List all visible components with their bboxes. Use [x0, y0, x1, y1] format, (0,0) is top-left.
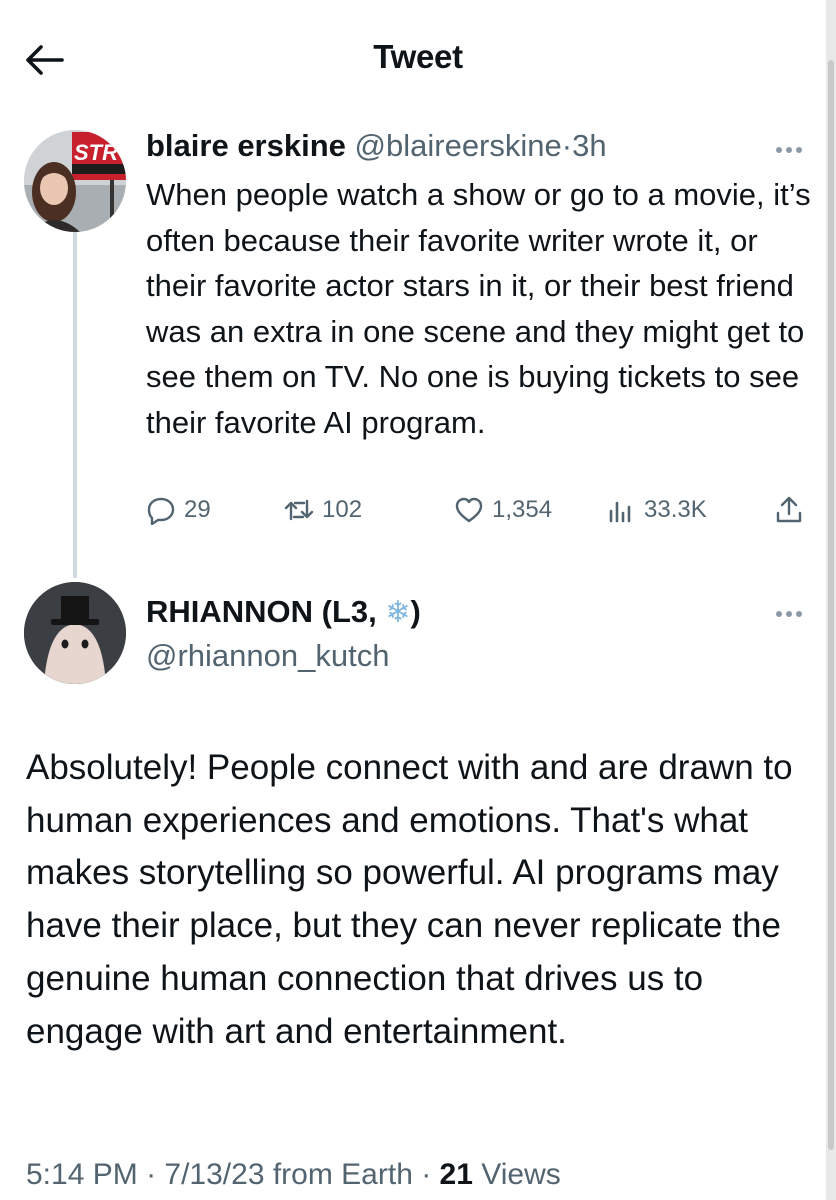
avatar[interactable]: STR	[24, 130, 126, 232]
retweet-count: 102	[322, 496, 363, 523]
reply-views-label: Views	[472, 1158, 561, 1191]
more-icon	[776, 611, 782, 617]
more-icon	[776, 147, 782, 153]
share-button[interactable]	[774, 490, 812, 530]
tweet-text: When people watch a show or go to a movi…	[146, 177, 811, 440]
snowflake-emoji: ❄	[385, 596, 411, 629]
reply-author-name-suffix: )	[410, 594, 421, 629]
retweet-icon	[284, 499, 314, 521]
footer-separator: ·	[137, 1158, 165, 1191]
reply-text: Absolutely! People connect with and are …	[26, 748, 793, 1051]
post-date[interactable]: 7/13/23	[164, 1158, 264, 1191]
tweet-actions: 29 102 1,354 33.3K	[146, 490, 816, 530]
meta-separator: ·	[561, 128, 573, 163]
avatar-image	[24, 582, 126, 684]
tweet-time[interactable]: 3h	[572, 128, 606, 163]
like-icon	[455, 497, 483, 523]
scroll-thumb[interactable]	[828, 60, 834, 1150]
page-title: Tweet	[373, 38, 463, 75]
reply-author-name-prefix: RHIANNON (L3,	[146, 594, 386, 629]
reply-author-handle[interactable]: @rhiannon_kutch	[146, 638, 389, 674]
reply-views-count[interactable]: 21	[440, 1158, 473, 1191]
post-time[interactable]: 5:14 PM	[26, 1158, 138, 1191]
top-bar: Tweet	[0, 0, 836, 110]
reply-count: 29	[184, 496, 211, 523]
author-handle[interactable]: @blaireerskine	[355, 128, 562, 163]
tweet-header: blaire erskine @blaireerskine·3h	[146, 128, 607, 164]
tweet-page: Tweet STR blaire erskine @blaireerskine·…	[0, 0, 836, 1200]
share-icon	[776, 496, 802, 523]
like-button[interactable]: 1,354	[454, 490, 552, 530]
views-count: 33.3K	[644, 496, 707, 523]
avatar[interactable]	[24, 582, 126, 684]
reply-button[interactable]: 29	[146, 490, 211, 530]
views-icon	[609, 501, 631, 523]
post-source: from Earth	[264, 1158, 413, 1191]
avatar-image: STR	[24, 130, 126, 232]
more-button[interactable]	[776, 604, 812, 624]
reply-author-name[interactable]: RHIANNON (L3, ❄)	[146, 594, 421, 630]
thread-connector	[73, 232, 77, 578]
author-name[interactable]: blaire erskine	[146, 128, 346, 163]
footer-separator: ·	[412, 1158, 440, 1191]
views-button[interactable]: 33.3K	[606, 490, 707, 530]
more-button[interactable]	[776, 140, 812, 160]
scrollbar[interactable]	[826, 0, 836, 1200]
retweet-button[interactable]: 102	[284, 490, 362, 530]
like-count: 1,354	[492, 496, 553, 523]
reply-icon	[147, 497, 175, 525]
avatar-sign-text: STR	[74, 140, 118, 165]
tweet-footer-meta: 5:14 PM · 7/13/23 from Earth · 21 Views	[26, 1158, 561, 1192]
